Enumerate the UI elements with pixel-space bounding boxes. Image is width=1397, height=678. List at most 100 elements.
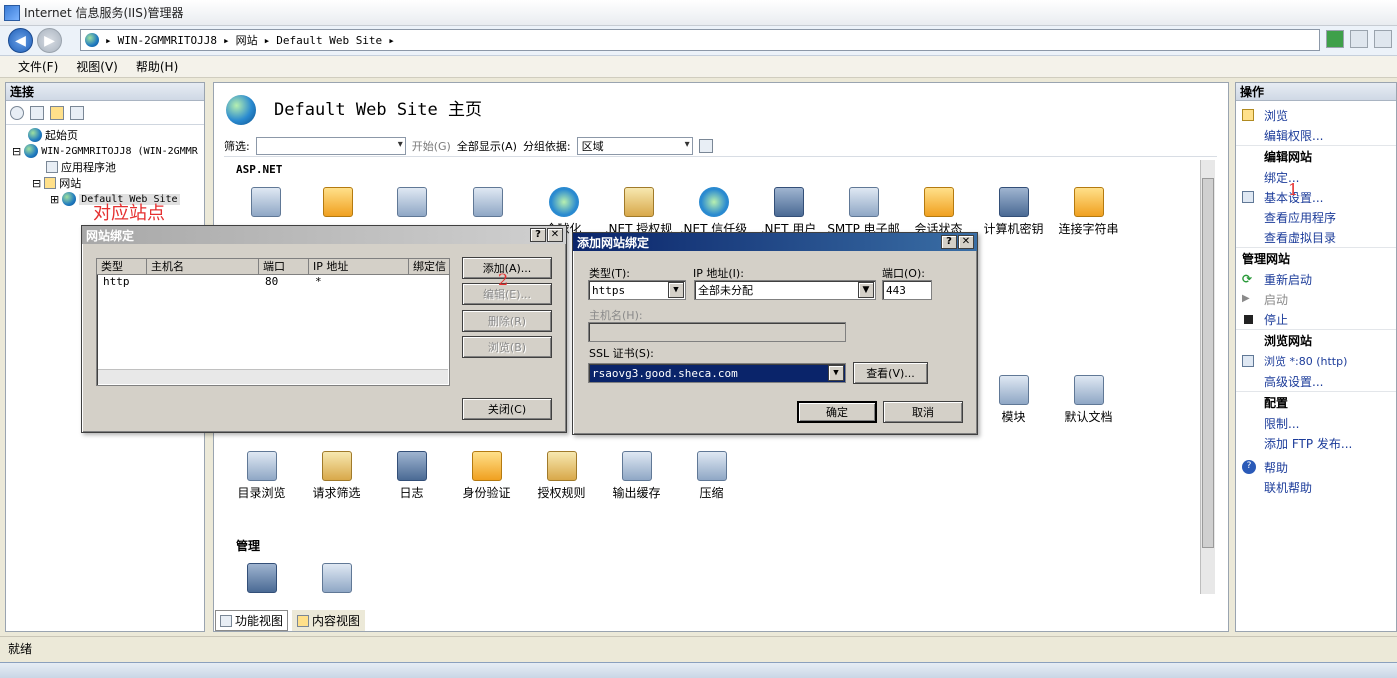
ok-button[interactable]: 确定 <box>797 401 877 423</box>
feature-tile-machine-key[interactable]: 计算机密钥 <box>976 187 1051 237</box>
refresh-icon[interactable] <box>1326 30 1344 48</box>
cancel-button[interactable]: 取消 <box>883 401 963 423</box>
col-type[interactable]: 类型 <box>97 259 147 274</box>
feature-tile[interactable] <box>299 563 374 596</box>
play-icon: ▶ <box>1242 293 1250 304</box>
tree-item-start-page[interactable]: 起始页 <box>6 127 204 143</box>
tree-item-sites[interactable]: ⊟ 网站 <box>6 175 204 191</box>
col-host[interactable]: 主机名 <box>147 259 259 274</box>
show-all-button[interactable]: 全部显示(A) <box>457 138 517 154</box>
browse-binding-button[interactable]: 浏览(B) <box>462 336 552 358</box>
action-view-apps[interactable]: 查看应用程序 <box>1236 207 1396 227</box>
action-browse-80[interactable]: 浏览 *:80 (http) <box>1236 351 1396 371</box>
help-icon[interactable]: ? <box>530 228 546 242</box>
action-help[interactable]: ? 帮助 <box>1236 457 1396 477</box>
disconnect-icon[interactable] <box>70 105 84 120</box>
host-input[interactable] <box>588 322 846 342</box>
site-bindings-title: 网站绑定 ? ✕ <box>82 226 566 244</box>
breadcrumb-default-site[interactable]: Default Web Site <box>276 34 382 47</box>
ssl-cert-select[interactable]: rsaovg3.good.sheca.com ▼ <box>588 363 846 383</box>
home-icon[interactable] <box>1374 30 1392 48</box>
view-cert-button[interactable]: 查看(V)... <box>853 362 928 384</box>
close-icon[interactable]: ✕ <box>547 228 563 242</box>
action-bindings[interactable]: 绑定... <box>1236 167 1396 187</box>
feature-tile-output-cache[interactable]: 输出缓存 <box>599 451 674 501</box>
menu-help[interactable]: 帮助(H) <box>136 58 178 75</box>
col-port[interactable]: 端口 <box>259 259 309 274</box>
address-breadcrumb[interactable]: ▸ WIN-2GMMRITOJJ8 ▸ 网站 ▸ Default Web Sit… <box>80 29 1320 51</box>
document-icon <box>1073 375 1104 405</box>
feature-tile-dir-browse[interactable]: 目录浏览 <box>224 451 299 501</box>
close-button[interactable]: 关闭(C) <box>462 398 552 420</box>
bindings-list[interactable]: 类型 主机名 端口 IP 地址 绑定信 http 80 * <box>96 258 450 386</box>
view-mode-icon[interactable] <box>698 138 713 153</box>
up-folder-icon[interactable] <box>50 105 64 120</box>
col-ip[interactable]: IP 地址 <box>309 259 409 274</box>
feature-tile-modules[interactable]: 模块 <box>976 375 1051 425</box>
save-icon[interactable] <box>30 105 44 120</box>
chevron-down-icon[interactable]: ▼ <box>828 365 844 381</box>
collapse-icon[interactable]: ⊟ <box>32 177 41 190</box>
chevron-down-icon[interactable]: ▼ <box>668 282 684 298</box>
col-binding-info[interactable]: 绑定信 <box>409 259 449 274</box>
table-row[interactable]: http 80 * <box>97 275 449 290</box>
ip-select[interactable]: 全部未分配 ▼ <box>694 280 876 300</box>
tree-item-server[interactable]: ⊟ WIN-2GMMRITOJJ8 (WIN-2GMMR <box>6 143 204 159</box>
features-scrollbar[interactable] <box>1200 160 1215 594</box>
menu-file[interactable]: 文件(F) <box>18 58 58 75</box>
action-online-help[interactable]: 联机帮助 <box>1236 477 1396 497</box>
feature-tile[interactable] <box>374 187 449 220</box>
feature-tile[interactable] <box>224 563 299 596</box>
action-start[interactable]: ▶ 启动 <box>1236 289 1396 309</box>
stop-icon[interactable] <box>1350 30 1368 48</box>
action-restart[interactable]: ⟳ 重新启动 <box>1236 269 1396 289</box>
users-icon <box>246 563 277 593</box>
action-basic-settings[interactable]: 基本设置... <box>1236 187 1396 207</box>
feature-tile-authentication[interactable]: 身份验证 <box>449 451 524 501</box>
menu-view[interactable]: 视图(V) <box>76 58 118 75</box>
feature-tile-net-users[interactable]: .NET 用户 <box>751 187 826 237</box>
breadcrumb-sites[interactable]: 网站 <box>236 32 258 48</box>
tab-features-view[interactable]: 功能视图 <box>215 610 289 631</box>
action-browse[interactable]: 浏览 <box>1236 105 1396 125</box>
server-icon <box>24 144 39 158</box>
feature-tile-logging[interactable]: 日志 <box>374 451 449 501</box>
tree-item-app-pools[interactable]: 应用程序池 <box>6 159 204 175</box>
close-icon[interactable]: ✕ <box>958 235 974 249</box>
action-stop[interactable]: 停止 <box>1236 309 1396 329</box>
forward-arrow-icon[interactable]: ▶ <box>37 28 62 53</box>
port-input[interactable]: 443 <box>882 280 932 300</box>
action-limits[interactable]: 限制... <box>1236 413 1396 433</box>
feature-tile-authorization[interactable]: 授权规则 <box>524 451 599 501</box>
remove-binding-button[interactable]: 删除(R) <box>462 310 552 332</box>
feature-tile-net-trust[interactable]: .NET 信任级 <box>676 187 751 237</box>
feature-tile-default-doc[interactable]: 默认文档 <box>1051 375 1126 425</box>
action-edit-permissions[interactable]: 编辑权限... <box>1236 125 1396 145</box>
action-advanced-settings[interactable]: 高级设置... <box>1236 371 1396 391</box>
feature-tile-compression[interactable]: 压缩 <box>674 451 749 501</box>
feature-tile[interactable] <box>228 187 303 220</box>
collapse-icon[interactable]: ⊟ <box>12 145 21 158</box>
feature-tile[interactable] <box>300 187 375 220</box>
bindings-hscrollbar[interactable] <box>98 369 448 384</box>
feature-tile-net-auth[interactable]: .NET 授权规 <box>601 187 676 237</box>
tab-content-view[interactable]: 内容视图 <box>292 610 366 631</box>
back-arrow-icon[interactable]: ◀ <box>8 28 33 53</box>
help-icon[interactable]: ? <box>941 235 957 249</box>
filter-input[interactable] <box>255 136 406 155</box>
feature-tile-smtp[interactable]: SMTP 电子邮 <box>826 187 901 237</box>
action-view-vdirs[interactable]: 查看虚拟目录 <box>1236 227 1396 247</box>
feature-tile-request-filter[interactable]: 请求筛选 <box>299 451 374 501</box>
action-add-ftp[interactable]: 添加 FTP 发布... <box>1236 433 1396 453</box>
type-select[interactable]: https ▼ <box>588 280 686 300</box>
start-filter-button[interactable]: 开始(G) <box>412 138 451 154</box>
feature-tile-session[interactable]: 会话状态 <box>901 187 976 237</box>
expand-icon[interactable]: ⊞ <box>50 193 59 206</box>
breadcrumb-server[interactable]: WIN-2GMMRITOJJ8 <box>118 34 217 47</box>
feature-tile[interactable] <box>450 187 525 220</box>
chevron-down-icon[interactable]: ▼ <box>858 282 874 298</box>
scroll-thumb[interactable] <box>1202 178 1214 548</box>
feature-tile-conn-strings[interactable]: 连接字符串 <box>1051 187 1126 237</box>
connect-icon[interactable] <box>10 105 24 120</box>
group-by-select[interactable]: 区域 <box>576 136 693 155</box>
